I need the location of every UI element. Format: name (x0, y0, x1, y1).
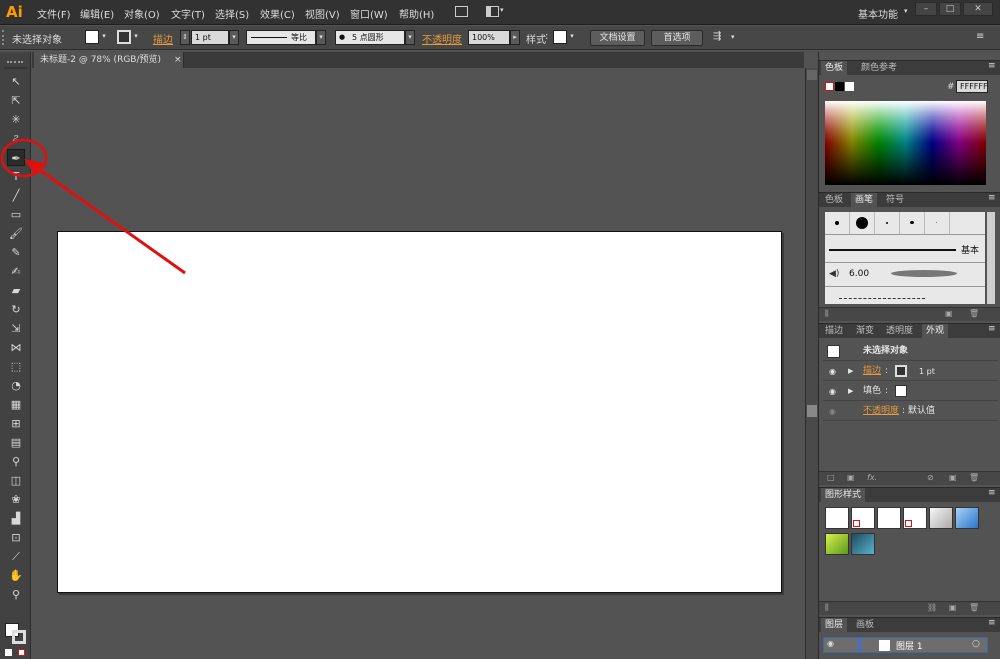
pointer-arrow-line (29, 161, 186, 275)
annotation-overlay (0, 138, 186, 275)
illustrator-window: Ai 文件(F) 编辑(E) 对象(O) 文字(T) 选择(S) 效果(C) 视… (0, 0, 1000, 659)
